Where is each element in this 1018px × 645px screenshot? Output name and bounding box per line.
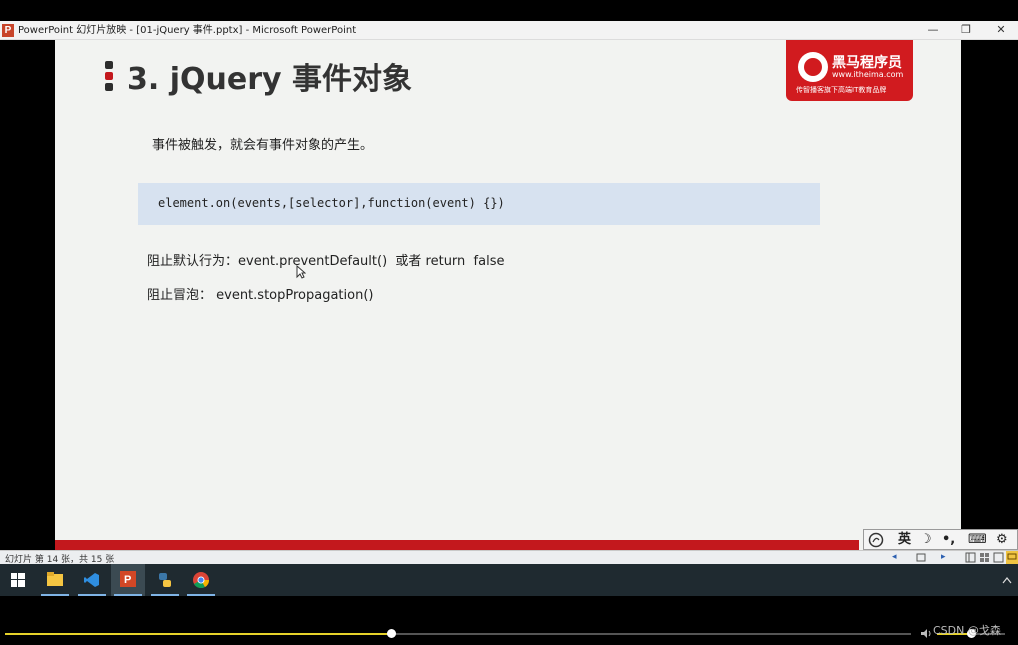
windows-taskbar: P bbox=[0, 564, 1018, 596]
close-icon[interactable]: ✕ bbox=[994, 23, 1008, 37]
slide-footer-red-bar bbox=[55, 540, 859, 550]
intro-text: 事件被触发，就会有事件对象的产生。 bbox=[152, 138, 374, 153]
keyboard-icon[interactable]: ⌨ bbox=[968, 532, 987, 548]
top-black-bar bbox=[0, 0, 1018, 21]
slide[interactable]: 3. jQuery 事件对象 黑马程序员 www.itheima.com 传智播… bbox=[55, 40, 961, 550]
svg-text:P: P bbox=[124, 574, 131, 586]
seek-progress bbox=[5, 633, 391, 635]
logo-url: www.itheima.com bbox=[832, 70, 904, 79]
code-text: element.on(events,[selector],function(ev… bbox=[158, 196, 505, 210]
code-block: element.on(events,[selector],function(ev… bbox=[138, 183, 820, 225]
moon-icon[interactable]: ☽ bbox=[920, 532, 932, 548]
status-bar: 幻灯片 第 14 张，共 15 张 ◂ ▸ bbox=[0, 550, 1018, 565]
slideshow-view-icon[interactable] bbox=[1006, 551, 1018, 564]
minimize-icon[interactable]: — bbox=[926, 23, 940, 37]
taskbar-python[interactable] bbox=[148, 564, 182, 596]
window-title: PowerPoint 幻灯片放映 - [01-jQuery 事件.pptx] -… bbox=[18, 25, 357, 36]
chrome-icon bbox=[193, 572, 209, 588]
taskbar-vscode[interactable] bbox=[75, 564, 109, 596]
csdn-watermark: CSDN @戈森 bbox=[933, 624, 1001, 637]
next-slide-icon[interactable]: ▸ bbox=[941, 552, 946, 563]
video-player-bar: CSDN @戈森 bbox=[0, 596, 1018, 645]
ime-toolbar[interactable]: 英 ☽ •, ⌨ ⚙ bbox=[863, 529, 1018, 550]
volume-icon[interactable] bbox=[920, 628, 932, 639]
powerpoint-app-icon[interactable]: P bbox=[2, 24, 14, 37]
logo-name: 黑马程序员 bbox=[832, 55, 902, 71]
restore-icon[interactable]: ❐ bbox=[959, 23, 973, 37]
horse-logo-icon bbox=[798, 52, 828, 82]
title-bullet-middle bbox=[105, 72, 113, 80]
powerpoint-icon: P bbox=[120, 571, 136, 587]
title-bar: P PowerPoint 幻灯片放映 - [01-jQuery 事件.pptx]… bbox=[0, 21, 1018, 40]
vscode-icon bbox=[84, 573, 99, 587]
seek-handle[interactable] bbox=[386, 629, 396, 638]
screen: P PowerPoint 幻灯片放映 - [01-jQuery 事件.pptx]… bbox=[0, 0, 1018, 645]
taskbar-file-explorer[interactable] bbox=[38, 564, 72, 596]
reading-view-icon[interactable] bbox=[993, 552, 1004, 563]
prevent-default-text: 阻止默认行为：event.preventDefault() 或者 return … bbox=[147, 254, 505, 269]
mouse-cursor-icon bbox=[296, 265, 306, 279]
settings-icon[interactable]: ⚙ bbox=[996, 532, 1008, 548]
slideshow-stage[interactable]: 3. jQuery 事件对象 黑马程序员 www.itheima.com 传智播… bbox=[0, 40, 1018, 550]
taskbar-powerpoint[interactable]: P bbox=[111, 564, 145, 596]
python-icon bbox=[159, 573, 171, 587]
logo-slogan: 传智播客旗下高端IT教育品牌 bbox=[796, 86, 887, 94]
title-bullet-bottom bbox=[105, 83, 113, 91]
taskbar-chrome[interactable] bbox=[184, 564, 218, 596]
title-bullet-top bbox=[105, 61, 113, 69]
chevron-up-icon[interactable] bbox=[1002, 576, 1012, 584]
prev-slide-icon[interactable]: ◂ bbox=[892, 552, 897, 563]
normal-view-icon[interactable] bbox=[965, 552, 976, 563]
menu-icon[interactable] bbox=[916, 552, 927, 563]
folder-icon bbox=[47, 572, 63, 586]
ime-language-toggle[interactable]: 英 bbox=[898, 532, 911, 548]
slide-sorter-icon[interactable] bbox=[979, 552, 990, 563]
windows-start-icon[interactable] bbox=[11, 573, 25, 587]
itheima-logo: 黑马程序员 www.itheima.com 传智播客旗下高端IT教育品牌 bbox=[786, 40, 913, 101]
punctuation-icon[interactable]: •, bbox=[942, 532, 955, 548]
stop-propagation-text: 阻止冒泡： event.stopPropagation() bbox=[147, 288, 374, 303]
slide-title: 3. jQuery 事件对象 bbox=[127, 62, 412, 97]
ime-logo-icon[interactable] bbox=[868, 532, 886, 548]
